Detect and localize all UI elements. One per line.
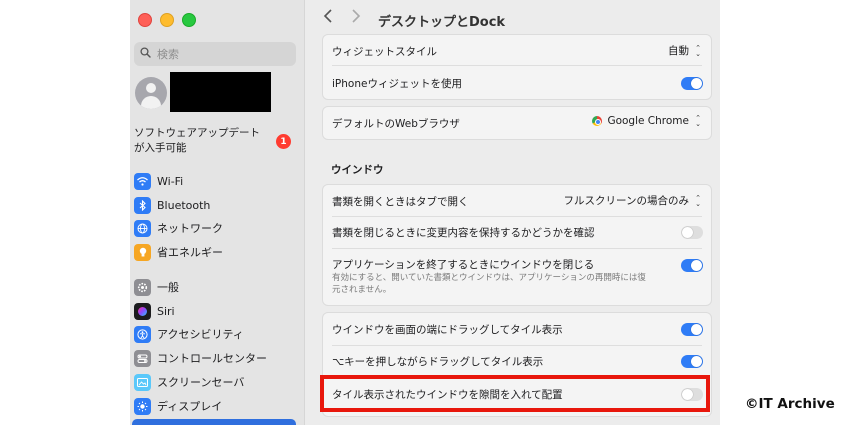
sidebar-item-label: Wi-Fi — [157, 174, 184, 188]
sidebar-item-label: ディスプレイ — [157, 400, 223, 413]
settings-window: ソフトウェアアップデートが入手可能 1 Wi-Fi Bluetooth ネットワ… — [130, 0, 720, 425]
software-update-notice[interactable]: ソフトウェアアップデートが入手可能 — [134, 126, 270, 156]
screensaver-icon — [134, 373, 151, 391]
tiling-card: ウインドウを画面の端にドラッグしてタイル表示 ⌥キーを押しながらドラッグしてタイ… — [322, 312, 712, 417]
sidebar-item-screensaver[interactable]: スクリーンセーバ — [134, 372, 244, 392]
sidebar-item-general[interactable]: 一般 — [134, 277, 179, 297]
tile-option-drag-label: ⌥キーを押しながらドラッグしてタイル表示 — [332, 356, 544, 368]
chrome-icon — [592, 116, 603, 126]
sidebar-item-label: スクリーンセーバ — [157, 376, 245, 389]
sidebar-item-desktop-dock-selected[interactable] — [132, 419, 296, 425]
widgets-card: ウィジェットスタイル 自動 ⌃ ⌄ iPhoneウィジェットを使用 — [322, 34, 712, 100]
sidebar-item-label: アクセシビリティ — [157, 328, 244, 341]
accessibility-icon — [134, 325, 151, 343]
widget-style-popup[interactable]: 自動 ⌃ ⌄ — [668, 43, 703, 58]
sidebar-item-network[interactable]: ネットワーク — [134, 218, 223, 238]
redacted-account-name — [170, 72, 271, 112]
window-section-heading: ウインドウ — [331, 164, 384, 176]
iphone-widgets-toggle[interactable] — [681, 77, 703, 90]
tile-margins-row: タイル表示されたウインドウを隙間を入れて配置 — [323, 379, 711, 411]
default-browser-value: Google Chrome — [607, 115, 689, 127]
default-browser-label: デフォルトのWebブラウザ — [332, 118, 460, 130]
siri-icon — [134, 302, 151, 320]
sidebar-item-label: Siri — [157, 304, 175, 318]
lightbulb-icon — [134, 243, 151, 261]
sidebar: ソフトウェアアップデートが入手可能 1 Wi-Fi Bluetooth ネットワ… — [130, 0, 305, 425]
browser-card: デフォルトのWebブラウザ Google Chrome ⌃ ⌄ — [322, 106, 712, 140]
search-icon — [140, 47, 151, 61]
update-count-badge: 1 — [276, 134, 291, 149]
iphone-widgets-row: iPhoneウィジェットを使用 — [323, 66, 711, 98]
popup-chevrons-icon: ⌃ ⌄ — [695, 43, 701, 58]
prefer-tabs-label: 書類を開くときはタブで開く — [332, 196, 469, 208]
zoom-window-button[interactable] — [182, 13, 196, 27]
default-browser-popup[interactable]: Google Chrome ⌃ ⌄ — [592, 114, 703, 128]
close-windows-row: アプリケーションを終了するときにウインドウを閉じる 有効にすると、開いていた書類… — [323, 249, 711, 305]
sidebar-search[interactable] — [134, 42, 296, 66]
ask-keep-changes-label: 書類を閉じるときに変更内容を保持するかどうかを確認 — [332, 227, 595, 239]
minimize-window-button[interactable] — [160, 13, 174, 27]
iphone-widgets-label: iPhoneウィジェットを使用 — [332, 78, 462, 90]
wifi-icon — [134, 172, 151, 190]
control-center-icon — [134, 349, 151, 367]
sidebar-item-bluetooth[interactable]: Bluetooth — [134, 195, 210, 215]
close-windows-label: アプリケーションを終了するときにウインドウを閉じる — [332, 259, 595, 271]
close-windows-toggle[interactable] — [681, 259, 703, 272]
tile-drag-edge-toggle[interactable] — [681, 323, 703, 336]
sidebar-item-label: 一般 — [157, 281, 179, 294]
sidebar-item-label: 省エネルギー — [157, 246, 223, 259]
sidebar-item-control-center[interactable]: コントロールセンター — [134, 348, 267, 368]
sidebar-item-energy[interactable]: 省エネルギー — [134, 242, 223, 262]
prefer-tabs-popup[interactable]: フルスクリーンの場合のみ ⌃ ⌄ — [564, 193, 703, 208]
tile-margins-label: タイル表示されたウインドウを隙間を入れて配置 — [332, 389, 563, 401]
main-pane: デスクトップとDock ウィジェットスタイル 自動 ⌃ ⌄ iPhoneウィジェッ… — [305, 0, 720, 425]
sidebar-item-label: Bluetooth — [157, 198, 211, 212]
watermark: ©IT Archive — [745, 396, 835, 412]
traffic-lights — [138, 13, 196, 27]
page-title: デスクトップとDock — [378, 15, 506, 30]
tile-option-drag-row: ⌥キーを押しながらドラッグしてタイル表示 — [323, 346, 711, 378]
prefer-tabs-row: 書類を開くときはタブで開く フルスクリーンの場合のみ ⌃ ⌄ — [323, 185, 711, 215]
popup-chevrons-icon: ⌃ ⌄ — [695, 114, 701, 128]
sidebar-item-siri[interactable]: Siri — [134, 301, 175, 321]
tile-drag-edge-label: ウインドウを画面の端にドラッグしてタイル表示 — [332, 324, 563, 336]
widget-style-label: ウィジェットスタイル — [332, 46, 437, 58]
close-window-button[interactable] — [138, 13, 152, 27]
widget-style-row: ウィジェットスタイル 自動 ⌃ ⌄ — [323, 35, 711, 65]
window-card: 書類を開くときはタブで開く フルスクリーンの場合のみ ⌃ ⌄ 書類を閉じるときに変… — [322, 184, 712, 306]
search-input[interactable] — [155, 46, 289, 62]
widget-style-value: 自動 — [668, 45, 689, 57]
popup-chevrons-icon: ⌃ ⌄ — [695, 193, 701, 208]
avatar[interactable] — [135, 77, 167, 109]
tile-option-drag-toggle[interactable] — [681, 355, 703, 368]
prefer-tabs-value: フルスクリーンの場合のみ — [563, 195, 689, 207]
tile-drag-edge-row: ウインドウを画面の端にドラッグしてタイル表示 — [323, 313, 711, 345]
gear-icon — [134, 278, 151, 296]
display-icon — [134, 397, 151, 415]
ask-keep-changes-row: 書類を閉じるときに変更内容を保持するかどうかを確認 — [323, 217, 711, 247]
back-button[interactable] — [323, 8, 333, 27]
sidebar-item-accessibility[interactable]: アクセシビリティ — [134, 324, 244, 344]
sidebar-item-wifi[interactable]: Wi-Fi — [134, 171, 183, 191]
sidebar-item-label: ネットワーク — [157, 222, 223, 235]
tile-margins-toggle[interactable] — [681, 388, 703, 401]
close-windows-description: 有効にすると、開いていた書類とウインドウは、アプリケーションの再開時には復元され… — [332, 273, 646, 295]
globe-icon — [134, 219, 151, 237]
sidebar-item-displays[interactable]: ディスプレイ — [134, 396, 222, 416]
forward-button[interactable] — [351, 8, 361, 27]
sidebar-item-label: コントロールセンター — [157, 352, 267, 365]
bluetooth-icon — [134, 196, 151, 214]
ask-keep-changes-toggle[interactable] — [681, 226, 703, 239]
